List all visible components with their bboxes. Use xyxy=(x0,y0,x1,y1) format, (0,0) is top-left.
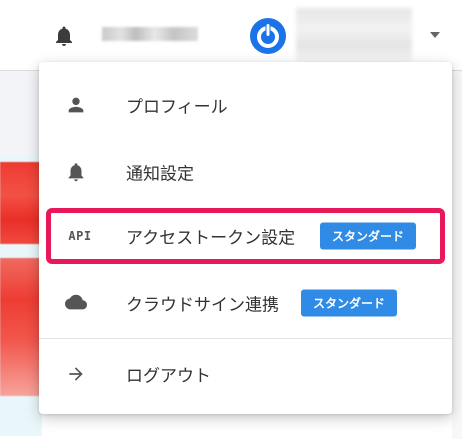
api-icon: API xyxy=(65,225,95,247)
menu-item-label: アクセストークン設定 xyxy=(126,228,296,249)
menu-item-notification-settings[interactable]: 通知設定 xyxy=(39,147,452,197)
plan-badge: スタンダード xyxy=(301,289,398,317)
top-header xyxy=(0,0,462,71)
api-icon-text: API xyxy=(68,229,92,243)
menu-item-label: クラウドサイン連携 xyxy=(126,295,279,316)
power-logo-icon[interactable] xyxy=(248,16,288,56)
blurred-organization-name xyxy=(102,27,198,41)
menu-item-label: プロフィール xyxy=(126,97,228,118)
page-background-right xyxy=(452,70,462,439)
menu-item-access-token-settings[interactable]: API アクセストークン設定 スタンダード xyxy=(39,211,452,261)
page-background-top xyxy=(0,70,42,156)
background-chart-block xyxy=(0,258,40,396)
plan-badge: スタンダード xyxy=(320,222,417,250)
chevron-down-icon[interactable] xyxy=(428,30,442,40)
person-icon xyxy=(65,94,87,116)
menu-item-label: ログアウト xyxy=(126,366,211,387)
cloud-icon xyxy=(65,292,87,314)
menu-item-label: 通知設定 xyxy=(126,164,194,185)
arrow-right-icon xyxy=(65,363,87,385)
menu-item-cloudsign-integration[interactable]: クラウドサイン連携 スタンダード xyxy=(39,278,452,328)
menu-item-logout[interactable]: ログアウト xyxy=(39,349,452,399)
menu-divider xyxy=(39,338,452,339)
bell-icon[interactable] xyxy=(52,24,76,48)
blurred-user-name xyxy=(296,8,412,62)
menu-item-profile[interactable]: プロフィール xyxy=(39,80,452,130)
bell-icon xyxy=(65,161,87,183)
background-chart-block xyxy=(0,162,40,244)
account-dropdown-menu: プロフィール 通知設定 API アクセストークン設定 スタンダード クラウドサイ… xyxy=(39,62,452,414)
